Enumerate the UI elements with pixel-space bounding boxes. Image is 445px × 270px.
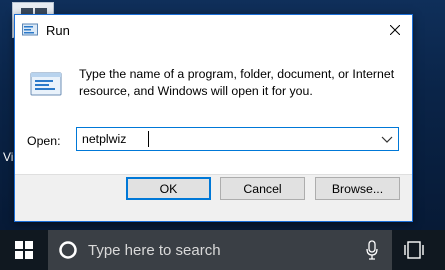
run-icon — [30, 72, 62, 96]
close-icon — [390, 25, 400, 35]
dialog-description: Type the name of a program, folder, docu… — [79, 67, 395, 98]
open-combobox[interactable]: netplwiz — [76, 127, 399, 151]
open-label: Open: — [27, 134, 61, 148]
taskbar: Type here to search — [0, 230, 445, 270]
ok-button[interactable]: OK — [126, 177, 211, 200]
browse-button[interactable]: Browse... — [315, 177, 400, 200]
dialog-title: Run — [46, 23, 70, 38]
task-view-icon[interactable] — [403, 240, 425, 260]
dialog-body: Type the name of a program, folder, docu… — [15, 45, 412, 174]
chevron-down-icon[interactable] — [381, 134, 393, 144]
windows-logo-icon — [15, 241, 33, 259]
run-dialog: Run Type the name of a program, folder, … — [14, 14, 413, 222]
text-caret — [148, 131, 149, 147]
open-input-value[interactable]: netplwiz — [82, 132, 126, 146]
search-placeholder: Type here to search — [88, 242, 221, 259]
title-bar[interactable]: Run — [15, 15, 412, 45]
taskbar-search-box[interactable]: Type here to search — [48, 230, 392, 270]
run-icon — [22, 23, 38, 36]
cortana-icon — [59, 241, 77, 259]
start-button[interactable] — [0, 230, 48, 270]
cancel-button[interactable]: Cancel — [220, 177, 305, 200]
close-button[interactable] — [386, 21, 404, 39]
desktop-icon-label: Vi — [3, 150, 14, 164]
microphone-icon[interactable] — [366, 240, 378, 260]
